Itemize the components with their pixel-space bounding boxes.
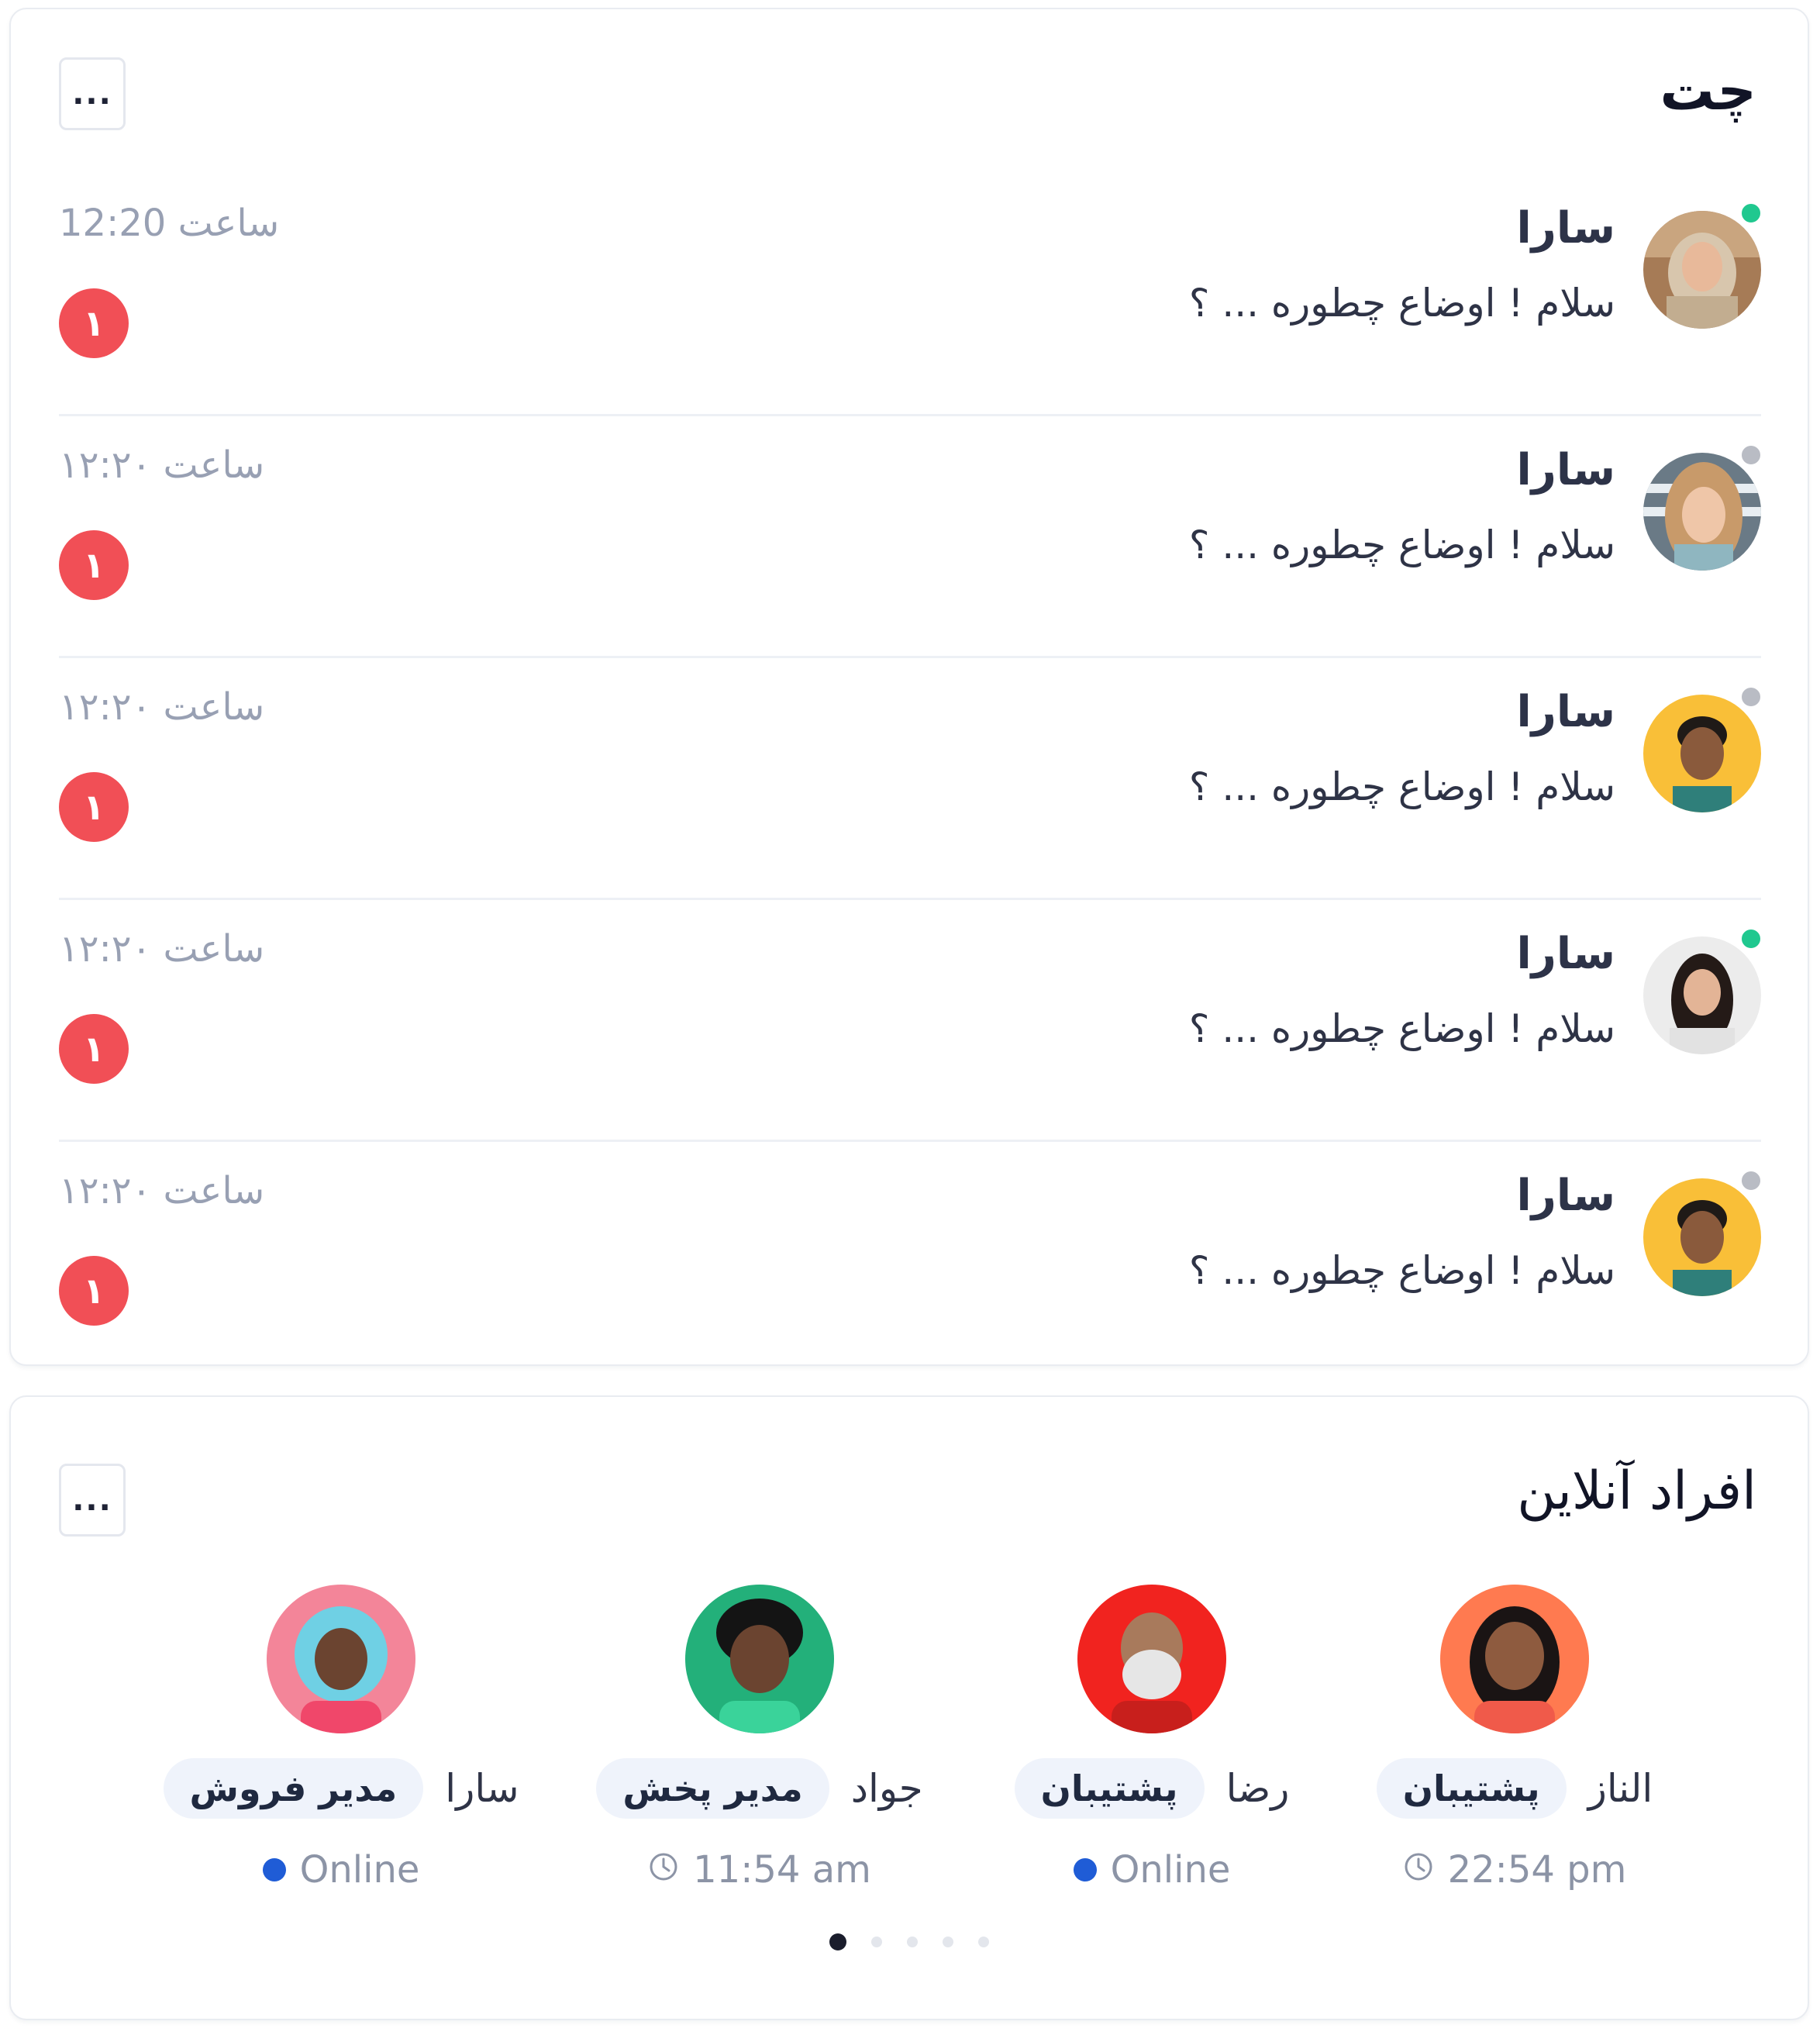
page-dot-active[interactable]	[829, 1933, 846, 1950]
avatar	[1077, 1585, 1226, 1733]
chat-name: سارا	[1516, 445, 1615, 495]
chat-list-item[interactable]: سارا سلام ! اوضاع چطوره ... ؟ ساعت ۱۲:۲۰…	[59, 414, 1764, 658]
chat-message: سلام ! اوضاع چطوره ... ؟	[1188, 281, 1615, 326]
chat-time: ساعت ۱۲:۲۰	[59, 443, 265, 487]
chat-name: سارا	[1516, 1171, 1615, 1221]
online-dot-icon	[262, 1858, 286, 1881]
online-person[interactable]: جواد مدیر پخش 11:54 am	[558, 1585, 961, 1910]
unread-badge: ۱	[59, 288, 129, 358]
chat-message: سلام ! اوضاع چطوره ... ؟	[1188, 1006, 1615, 1051]
chat-list-item[interactable]: سارا سلام ! اوضاع چطوره ... ؟ ساعت ۱۲:۲۰…	[59, 898, 1764, 1142]
avatar	[1643, 1178, 1761, 1296]
role-badge: مدیر فروش	[163, 1758, 424, 1819]
person-name: جواد	[850, 1766, 923, 1811]
clock-icon	[648, 1848, 679, 1892]
person-name: سارا	[445, 1766, 519, 1811]
online-people-card: افراد آنلاین ... الناز پشتیبان 22:54 pm	[9, 1395, 1809, 2020]
chat-list-item[interactable]: سارا سلام ! اوضاع چطوره ... ؟ ساعت 12:20…	[59, 172, 1764, 416]
page-dot[interactable]	[907, 1937, 918, 1947]
status-text: Online	[299, 1848, 420, 1892]
chat-time: ساعت ۱۲:۲۰	[59, 685, 265, 729]
chat-time: ساعت ۱۲:۲۰	[59, 1169, 265, 1212]
avatar	[267, 1585, 415, 1733]
avatar	[1440, 1585, 1589, 1733]
offline-status-dot	[1738, 684, 1764, 710]
online-person[interactable]: الناز پشتیبان 22:54 pm	[1313, 1585, 1716, 1910]
avatar	[1643, 936, 1761, 1054]
offline-status-dot	[1738, 442, 1764, 468]
chat-list-item[interactable]: سارا سلام ! اوضاع چطوره ... ؟ ساعت ۱۲:۲۰…	[59, 1140, 1764, 1381]
online-status-dot	[1738, 926, 1764, 952]
person-status: Online	[950, 1848, 1353, 1892]
chat-name: سارا	[1516, 687, 1615, 737]
person-status: Online	[140, 1848, 543, 1892]
clock-icon	[1403, 1848, 1434, 1892]
page-dot[interactable]	[978, 1937, 989, 1947]
unread-badge: ۱	[59, 1256, 129, 1326]
chat-message: سلام ! اوضاع چطوره ... ؟	[1188, 1248, 1615, 1293]
person-status: 22:54 pm	[1313, 1848, 1716, 1892]
avatar	[685, 1585, 834, 1733]
chat-card: چت ... سارا سلام ! اوضاع چطوره ... ؟ ساع…	[9, 8, 1809, 1366]
chat-list-item[interactable]: سارا سلام ! اوضاع چطوره ... ؟ ساعت ۱۲:۲۰…	[59, 656, 1764, 900]
role-badge: پشتیبان	[1376, 1758, 1567, 1819]
chat-title: چت	[1660, 59, 1756, 122]
status-text: 22:54 pm	[1447, 1848, 1627, 1892]
offline-status-dot	[1738, 1167, 1764, 1194]
page-dot[interactable]	[943, 1937, 953, 1947]
chat-more-button[interactable]: ...	[59, 57, 126, 130]
status-text: Online	[1110, 1848, 1231, 1892]
avatar	[1643, 453, 1761, 571]
online-more-button[interactable]: ...	[59, 1464, 126, 1537]
chat-name: سارا	[1516, 929, 1615, 979]
person-status: 11:54 am	[558, 1848, 961, 1892]
chat-name: سارا	[1516, 203, 1615, 254]
person-name: الناز	[1587, 1766, 1653, 1811]
role-badge: مدیر پخش	[596, 1758, 829, 1819]
chat-time: ساعت 12:20	[59, 202, 280, 245]
online-person[interactable]: سارا مدیر فروش Online	[140, 1585, 543, 1910]
role-badge: پشتیبان	[1014, 1758, 1205, 1819]
avatar	[1643, 695, 1761, 812]
chat-message: سلام ! اوضاع چطوره ... ؟	[1188, 764, 1615, 809]
chat-time: ساعت ۱۲:۲۰	[59, 927, 265, 971]
unread-badge: ۱	[59, 772, 129, 842]
online-title: افراد آنلاین	[1517, 1461, 1756, 1522]
online-dot-icon	[1073, 1858, 1097, 1881]
pagination-dots	[11, 1933, 1808, 1950]
avatar	[1643, 211, 1761, 329]
unread-badge: ۱	[59, 530, 129, 600]
status-text: 11:54 am	[693, 1848, 871, 1892]
chat-message: سلام ! اوضاع چطوره ... ؟	[1188, 523, 1615, 567]
person-name: رضا	[1225, 1766, 1290, 1811]
online-person[interactable]: رضا پشتیبان Online	[950, 1585, 1353, 1910]
page-dot[interactable]	[871, 1937, 882, 1947]
online-status-dot	[1738, 200, 1764, 226]
unread-badge: ۱	[59, 1014, 129, 1084]
